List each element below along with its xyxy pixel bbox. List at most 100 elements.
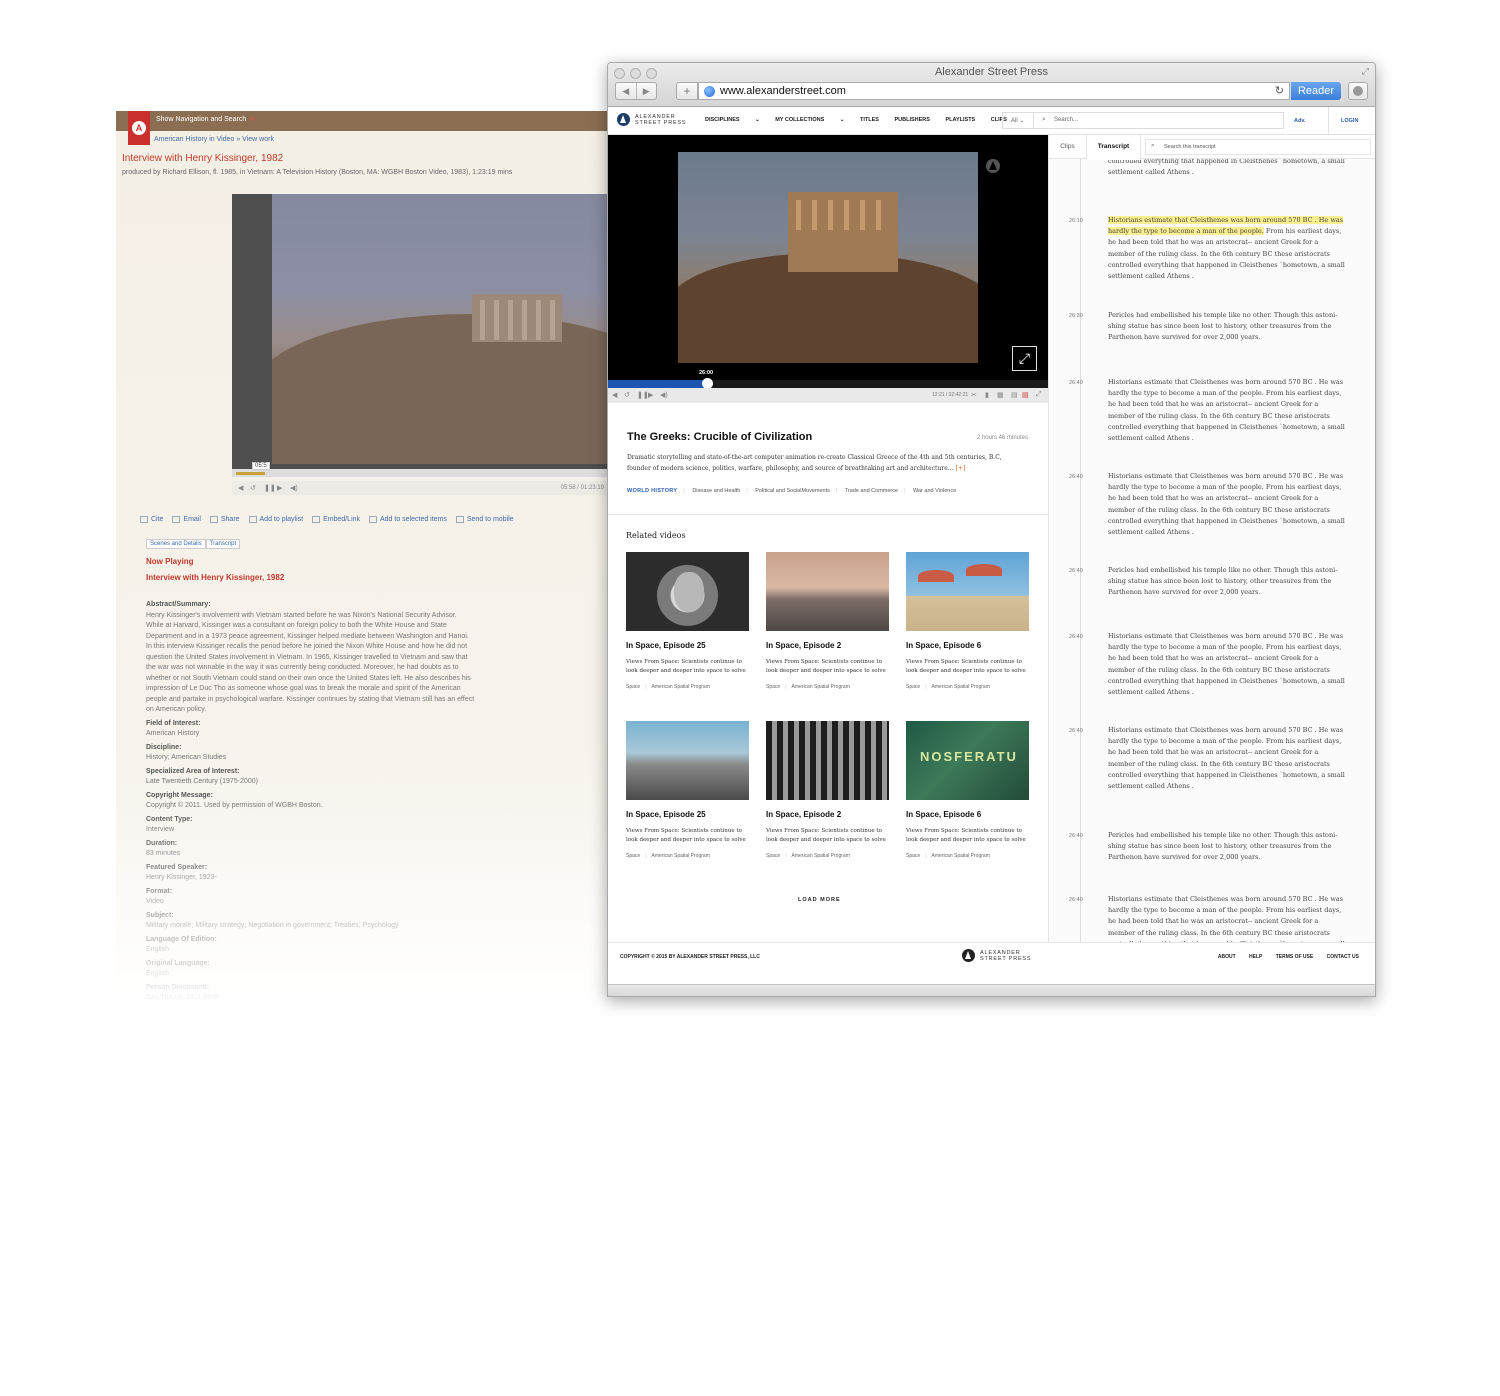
related-video-card[interactable]: In Space, Episode 2 Views From Space: Sc… (766, 721, 889, 871)
tag-world-history[interactable]: WORLD HISTORY (627, 488, 677, 494)
forward-button[interactable]: ▶ (635, 83, 657, 99)
transcript-timestamp[interactable]: 26:40 (1069, 380, 1083, 386)
email-action[interactable]: Email (172, 516, 201, 523)
video-thumbnail[interactable] (626, 721, 749, 800)
breadcrumb[interactable]: American History in Video » View work (154, 136, 274, 143)
nav-titles[interactable]: TITLES (860, 117, 879, 123)
expand-description-link[interactable]: [+] (956, 465, 966, 472)
legacy-video-player[interactable] (232, 194, 636, 469)
footer-link-about[interactable]: ABOUT (1218, 954, 1236, 960)
replay-icon[interactable]: ↺ (624, 391, 630, 399)
transcript-timestamp[interactable]: 26:40 (1069, 833, 1083, 839)
site-logo[interactable]: ALEXANDER STREET PRESS (617, 113, 686, 126)
transcript-timestamp[interactable]: 26:30 (1069, 313, 1083, 319)
video-scrubber[interactable] (608, 378, 1048, 389)
transcript-timestamp[interactable]: 26:40 (1069, 728, 1083, 734)
card-title[interactable]: In Space, Episode 25 (626, 641, 706, 650)
replay-icon[interactable]: ↺ (250, 484, 256, 492)
transcript-text[interactable]: Historians estimate that Cleisthenes was… (1108, 725, 1346, 792)
send-to-mobile-action[interactable]: Send to mobile (455, 516, 514, 523)
footer-logo[interactable]: ALEXANDER STREET PRESS (962, 949, 1031, 962)
card-title[interactable]: In Space, Episode 25 (626, 810, 706, 819)
transcript-timestamp[interactable]: 26:40 (1069, 474, 1083, 480)
layout-icon[interactable]: ▤ (1011, 391, 1018, 399)
rewind-icon[interactable]: ◀ (612, 391, 617, 399)
tab-transcript[interactable]: Transcript (1087, 135, 1141, 160)
transcript-search-input[interactable]: ⌕ Search this transcript (1145, 139, 1371, 155)
tab-clips[interactable]: Clips (1049, 135, 1087, 159)
transcript-timestamp[interactable]: 26:40 (1069, 897, 1083, 903)
video-thumbnail[interactable] (906, 552, 1029, 631)
back-button[interactable]: ◀ (616, 83, 636, 99)
forward-icon[interactable]: ▶ (277, 484, 282, 492)
footer-link-terms[interactable]: TERMS OF USE (1276, 954, 1314, 960)
transcript-text[interactable]: Pericles had embellished his temple like… (1108, 310, 1346, 344)
add-to-playlist-action[interactable]: Add to playlist (248, 516, 303, 523)
forward-icon[interactable]: ▶ (648, 391, 653, 399)
legacy-logo[interactable]: A (128, 111, 150, 145)
tab-scenes-and-details[interactable]: Scenes and Details (146, 539, 206, 549)
video-thumbnail[interactable] (766, 721, 889, 800)
video-player[interactable]: ⤢ 26:00 ◀ ↺ ❚❚ ▶ ◀) 12:21 / 02:42:21 ✂ ▮… (608, 135, 1048, 403)
rewind-icon[interactable]: ◀ (238, 484, 243, 492)
card-title[interactable]: In Space, Episode 2 (766, 810, 841, 819)
tab-transcript[interactable]: Transcript (205, 539, 241, 549)
volume-icon[interactable]: ◀) (660, 391, 668, 399)
tag-political-social[interactable]: Political and SocialMovements (755, 488, 830, 494)
video-thumbnail[interactable] (626, 552, 749, 631)
transcript-text[interactable]: Historians estimate that Cleisthenes was… (1108, 471, 1346, 538)
layout-active-icon[interactable]: ▤ (1022, 391, 1029, 399)
site-search-input[interactable]: ⌕ Search... (1034, 112, 1284, 129)
related-video-card[interactable]: In Space, Episode 6 Views From Space: Sc… (906, 721, 1029, 871)
embed-link-action[interactable]: Embed/Link (312, 516, 360, 523)
pause-icon[interactable]: ❚❚ (264, 484, 276, 492)
new-tab-button[interactable]: + (676, 82, 698, 100)
address-bar[interactable]: www.alexanderstreet.com ↻ (698, 82, 1290, 100)
search-filter-select[interactable]: All ⌄ (1002, 112, 1034, 129)
transcript-timestamp[interactable]: 26:40 (1069, 634, 1083, 640)
related-video-card[interactable]: In Space, Episode 25 Views From Space: S… (626, 552, 749, 702)
show-navigation-toggle[interactable]: Show Navigation and Search ▼ (156, 116, 255, 123)
card-title[interactable]: In Space, Episode 6 (906, 810, 981, 819)
volume-icon[interactable]: ◀) (290, 484, 298, 492)
video-thumbnail[interactable] (906, 721, 1029, 800)
transcript-text[interactable]: Historians estimate that Cleisthenes was… (1108, 215, 1346, 282)
tag-trade-commerce[interactable]: Trade and Commerce (845, 488, 898, 494)
transcript-text[interactable]: Pericles had embellished his temple like… (1108, 565, 1346, 599)
cite-action[interactable]: Cite (140, 516, 163, 523)
fullscreen-icon[interactable]: ⤢ (1036, 391, 1042, 399)
card-title[interactable]: In Space, Episode 6 (906, 641, 981, 650)
related-video-card[interactable]: In Space, Episode 25 Views From Space: S… (626, 721, 749, 871)
transcript-text[interactable]: Historians estimate that Cleisthenes was… (1108, 631, 1346, 698)
pause-icon[interactable]: ❚❚ (637, 391, 649, 399)
grid-icon[interactable]: ▦ (997, 391, 1004, 399)
related-video-card[interactable]: In Space, Episode 2 Views From Space: Sc… (766, 552, 889, 702)
transcript-text[interactable]: Historians estimate that Cleisthenes was… (1108, 377, 1346, 444)
card-title[interactable]: In Space, Episode 2 (766, 641, 841, 650)
related-video-card[interactable]: In Space, Episode 6 Views From Space: Sc… (906, 552, 1029, 702)
downloads-button[interactable] (1348, 82, 1368, 100)
video-thumbnail[interactable] (766, 552, 889, 631)
tag-disease-health[interactable]: Disease and Health (692, 488, 740, 494)
login-link[interactable]: LOGIN (1341, 118, 1358, 124)
advanced-search-link[interactable]: Adv. (1294, 118, 1306, 124)
share-action[interactable]: Share (209, 516, 240, 523)
transcript-text[interactable]: Historians estimate that Cleisthenes was… (1108, 894, 1346, 942)
transcript-timestamp[interactable]: 26:10 (1069, 218, 1083, 224)
nav-disciplines[interactable]: DISCIPLINES ⌄ (705, 117, 760, 123)
load-more-button[interactable]: LOAD MORE (798, 897, 841, 903)
transcript-timestamp[interactable]: 26:40 (1069, 568, 1083, 574)
reload-icon[interactable]: ↻ (1275, 84, 1284, 97)
footer-link-contact[interactable]: CONTACT US (1327, 954, 1359, 960)
legacy-progress-bar[interactable] (232, 469, 636, 477)
expand-icon[interactable]: ⤢ (1012, 346, 1037, 371)
transcript-text[interactable]: Pericles had embellished his temple like… (1108, 830, 1346, 864)
footer-link-help[interactable]: HELP (1249, 954, 1262, 960)
tag-war-violence[interactable]: War and Violence (913, 488, 956, 494)
captions-icon[interactable]: ▮ (985, 391, 989, 399)
nav-publishers[interactable]: PUBLISHERS (894, 117, 929, 123)
nav-playlists[interactable]: PLAYLISTS (945, 117, 975, 123)
clip-icon[interactable]: ✂ (971, 391, 977, 399)
add-to-selected-action[interactable]: Add to selected items (368, 516, 447, 523)
reader-button[interactable]: Reader (1291, 82, 1341, 100)
